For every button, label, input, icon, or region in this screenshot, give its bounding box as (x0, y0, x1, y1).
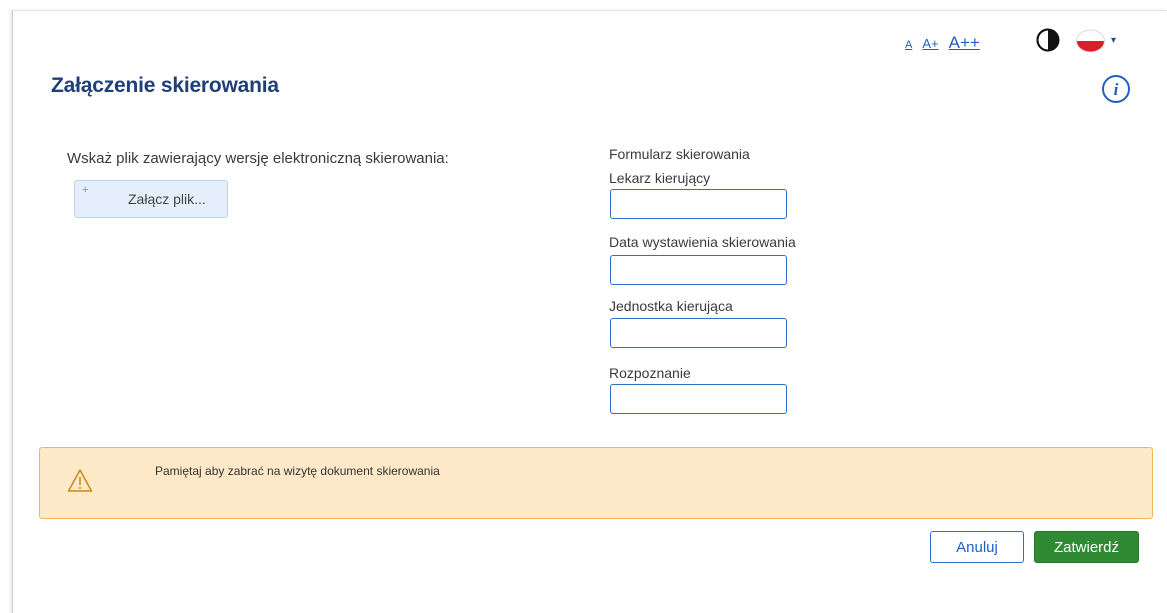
referring-unit-input[interactable] (610, 318, 787, 348)
form-title: Formularz skierowania (609, 146, 750, 162)
referral-date-input[interactable] (610, 255, 787, 285)
attach-file-label: Załącz plik... (128, 191, 206, 207)
info-icon[interactable]: i (1101, 74, 1131, 104)
referring-unit-label: Jednostka kierująca (609, 298, 733, 314)
file-prompt-label: Wskaż plik zawierający wersję elektronic… (67, 150, 449, 167)
submit-button[interactable]: Zatwierdź (1034, 531, 1139, 563)
diagnosis-label: Rozpoznanie (609, 365, 691, 381)
contrast-icon[interactable] (1036, 28, 1060, 52)
page-title: Załączenie skierowania (51, 74, 279, 97)
referral-form: Formularz skierowania Lekarz kierujący D… (609, 146, 796, 414)
referral-date-label: Data wystawienia skierowania (609, 234, 796, 250)
font-size-small-link[interactable]: A (905, 39, 912, 51)
font-size-controls: A A+ A++ (905, 33, 980, 53)
attach-file-button[interactable]: + Załącz plik... (74, 180, 228, 218)
info-glyph: i (1114, 80, 1119, 99)
font-size-large-link[interactable]: A++ (949, 33, 980, 53)
plus-icon: + (82, 184, 89, 196)
referring-doctor-label: Lekarz kierujący (609, 170, 711, 186)
chevron-down-icon[interactable]: ▾ (1111, 35, 1116, 46)
app-frame (12, 10, 1167, 613)
diagnosis-input[interactable] (610, 384, 787, 414)
referring-doctor-input[interactable] (610, 189, 787, 219)
warning-text: Pamiętaj aby zabrać na wizytę dokument s… (155, 464, 440, 478)
font-size-medium-link[interactable]: A+ (922, 36, 938, 51)
warning-icon (67, 469, 93, 492)
flag-pl-icon[interactable] (1075, 29, 1106, 53)
warning-alert: Pamiętaj aby zabrać na wizytę dokument s… (39, 447, 1153, 519)
cancel-button[interactable]: Anuluj (930, 531, 1024, 563)
